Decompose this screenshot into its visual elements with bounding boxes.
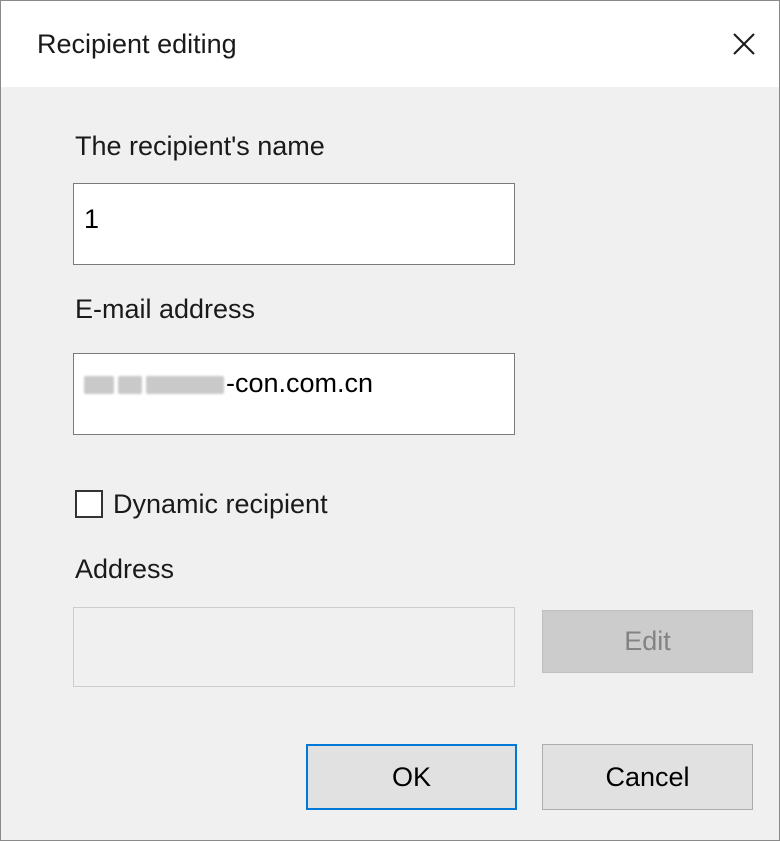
email-address-value: -con.com.cn (226, 368, 374, 398)
ok-button[interactable]: OK (306, 744, 517, 810)
recipient-editing-dialog: Recipient editing The recipient's name 1… (0, 0, 780, 841)
cancel-button[interactable]: Cancel (542, 744, 753, 810)
address-label: Address (75, 554, 175, 584)
redacted-text-blur (146, 376, 224, 394)
redacted-text-blur (118, 376, 142, 394)
close-icon (733, 33, 755, 55)
dialog-title: Recipient editing (37, 29, 237, 59)
close-button[interactable] (709, 1, 779, 87)
email-address-input[interactable]: -con.com.cn (73, 353, 515, 435)
dynamic-recipient-label[interactable]: Dynamic recipient (113, 489, 328, 520)
title-bar[interactable]: Recipient editing (1, 1, 779, 87)
address-input (73, 607, 515, 687)
edit-button: Edit (542, 610, 753, 673)
recipient-name-input[interactable]: 1 (73, 183, 515, 265)
redacted-text-blur (84, 376, 114, 394)
email-address-label: E-mail address (75, 294, 256, 324)
recipient-name-label: The recipient's name (75, 131, 325, 161)
recipient-name-value: 1 (84, 204, 100, 234)
dynamic-recipient-checkbox[interactable] (75, 490, 103, 518)
